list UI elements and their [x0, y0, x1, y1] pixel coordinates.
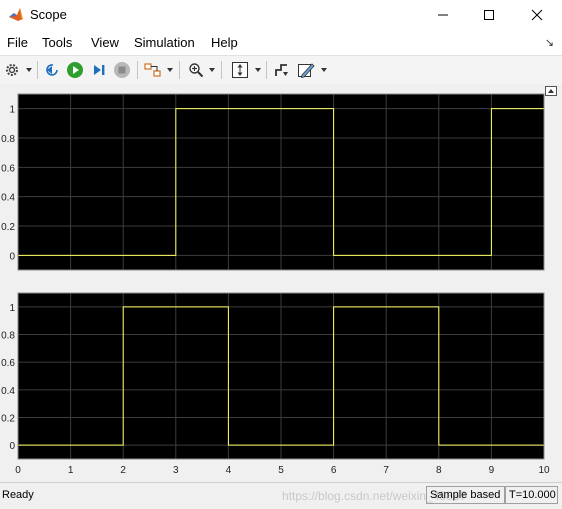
step-forward-button[interactable]	[89, 60, 109, 80]
scope-plots: 00.20.40.60.8100.20.40.60.810 1 2 3 4 5 6 7 8 9 10	[1, 93, 550, 476]
maximize-button[interactable]	[466, 0, 512, 30]
y-tick-label: 0.4	[1, 386, 15, 397]
step-back-button[interactable]	[43, 60, 63, 80]
window-title: Scope	[30, 7, 67, 22]
x-tick-label: 7	[383, 465, 389, 476]
stop-icon	[114, 62, 130, 78]
x-tick-label: 0	[15, 465, 21, 476]
expand-icon	[548, 89, 554, 93]
x-tick-label: 5	[278, 465, 284, 476]
y-tick-label: 0.6	[1, 358, 15, 369]
zoom-dropdown-icon[interactable]	[208, 66, 216, 74]
x-tick-label: 2	[120, 465, 126, 476]
highlight-simulink-block-button[interactable]	[143, 60, 163, 80]
stop-button[interactable]	[112, 60, 132, 80]
toolbar-separator	[179, 61, 180, 79]
style-dropdown-icon[interactable]	[320, 66, 328, 74]
highlight-dropdown-icon[interactable]	[166, 66, 174, 74]
matlab-logo-icon	[9, 8, 23, 21]
step-back-icon	[46, 64, 58, 76]
status-bar: Ready https://blog.csdn.net/weixin_45867…	[0, 482, 562, 509]
simulation-time-indicator: T=10.000	[505, 486, 558, 504]
minimize-icon	[438, 14, 448, 16]
style-edit-button[interactable]	[296, 60, 316, 80]
y-tick-label: 1	[9, 105, 15, 116]
dock-arrow-icon[interactable]: ↘	[545, 36, 554, 49]
zoom-in-button[interactable]	[186, 60, 206, 80]
y-tick-label: 0.8	[1, 134, 15, 145]
style-edit-icon	[298, 63, 315, 79]
x-tick-label: 6	[331, 465, 337, 476]
settings-dropdown-icon[interactable]	[25, 66, 33, 74]
y-tick-label: 0.2	[1, 414, 15, 425]
scale-axes-limits-button[interactable]	[230, 60, 250, 80]
expand-toolstrip-button[interactable]	[545, 86, 557, 96]
x-tick-label: 1	[68, 465, 74, 476]
scale-dropdown-icon[interactable]	[254, 66, 262, 74]
menu-view[interactable]: View	[91, 35, 119, 50]
y-tick-label: 0.4	[1, 193, 15, 204]
run-icon	[67, 62, 83, 78]
x-tick-label: 10	[538, 465, 550, 476]
toolbar-separator	[137, 61, 138, 79]
run-button[interactable]	[65, 60, 85, 80]
x-tick-label: 4	[226, 465, 232, 476]
scale-axes-limits-icon	[232, 62, 248, 78]
menu-tools[interactable]: Tools	[42, 35, 72, 50]
y-tick-label: 1	[9, 303, 15, 314]
settings-button[interactable]	[2, 60, 22, 80]
signal-selector-button[interactable]	[272, 60, 292, 80]
y-tick-label: 0.6	[1, 163, 15, 174]
toolbar-separator	[37, 61, 38, 79]
menu-bar: File Tools View Simulation Help ↘	[0, 30, 562, 55]
scope-window: Scope File Tools View Simulation Help ↘	[0, 0, 562, 509]
step-forward-icon	[94, 65, 105, 75]
status-ready: Ready	[2, 489, 34, 501]
toolbar	[0, 55, 562, 85]
settings-icon	[6, 64, 18, 76]
x-tick-label: 3	[173, 465, 179, 476]
x-tick-label: 8	[436, 465, 442, 476]
zoom-in-icon	[189, 63, 204, 78]
signal-selector-icon	[275, 64, 288, 76]
y-tick-label: 0.8	[1, 331, 15, 342]
y-tick-label: 0	[9, 441, 15, 452]
toolbar-separator	[221, 61, 222, 79]
maximize-icon	[484, 10, 494, 20]
menu-help[interactable]: Help	[211, 35, 238, 50]
y-tick-label: 0	[9, 251, 15, 262]
minimize-button[interactable]	[420, 0, 466, 30]
close-button[interactable]	[514, 0, 560, 30]
toolbar-separator	[266, 61, 267, 79]
highlight-simulink-block-icon	[144, 63, 161, 77]
close-icon	[531, 9, 543, 21]
x-tick-label: 9	[489, 465, 495, 476]
title-bar: Scope	[0, 0, 562, 30]
sample-mode-indicator: Sample based	[426, 486, 505, 504]
menu-simulation[interactable]: Simulation	[134, 35, 195, 50]
menu-file[interactable]: File	[7, 35, 28, 50]
y-tick-label: 0.2	[1, 222, 15, 233]
